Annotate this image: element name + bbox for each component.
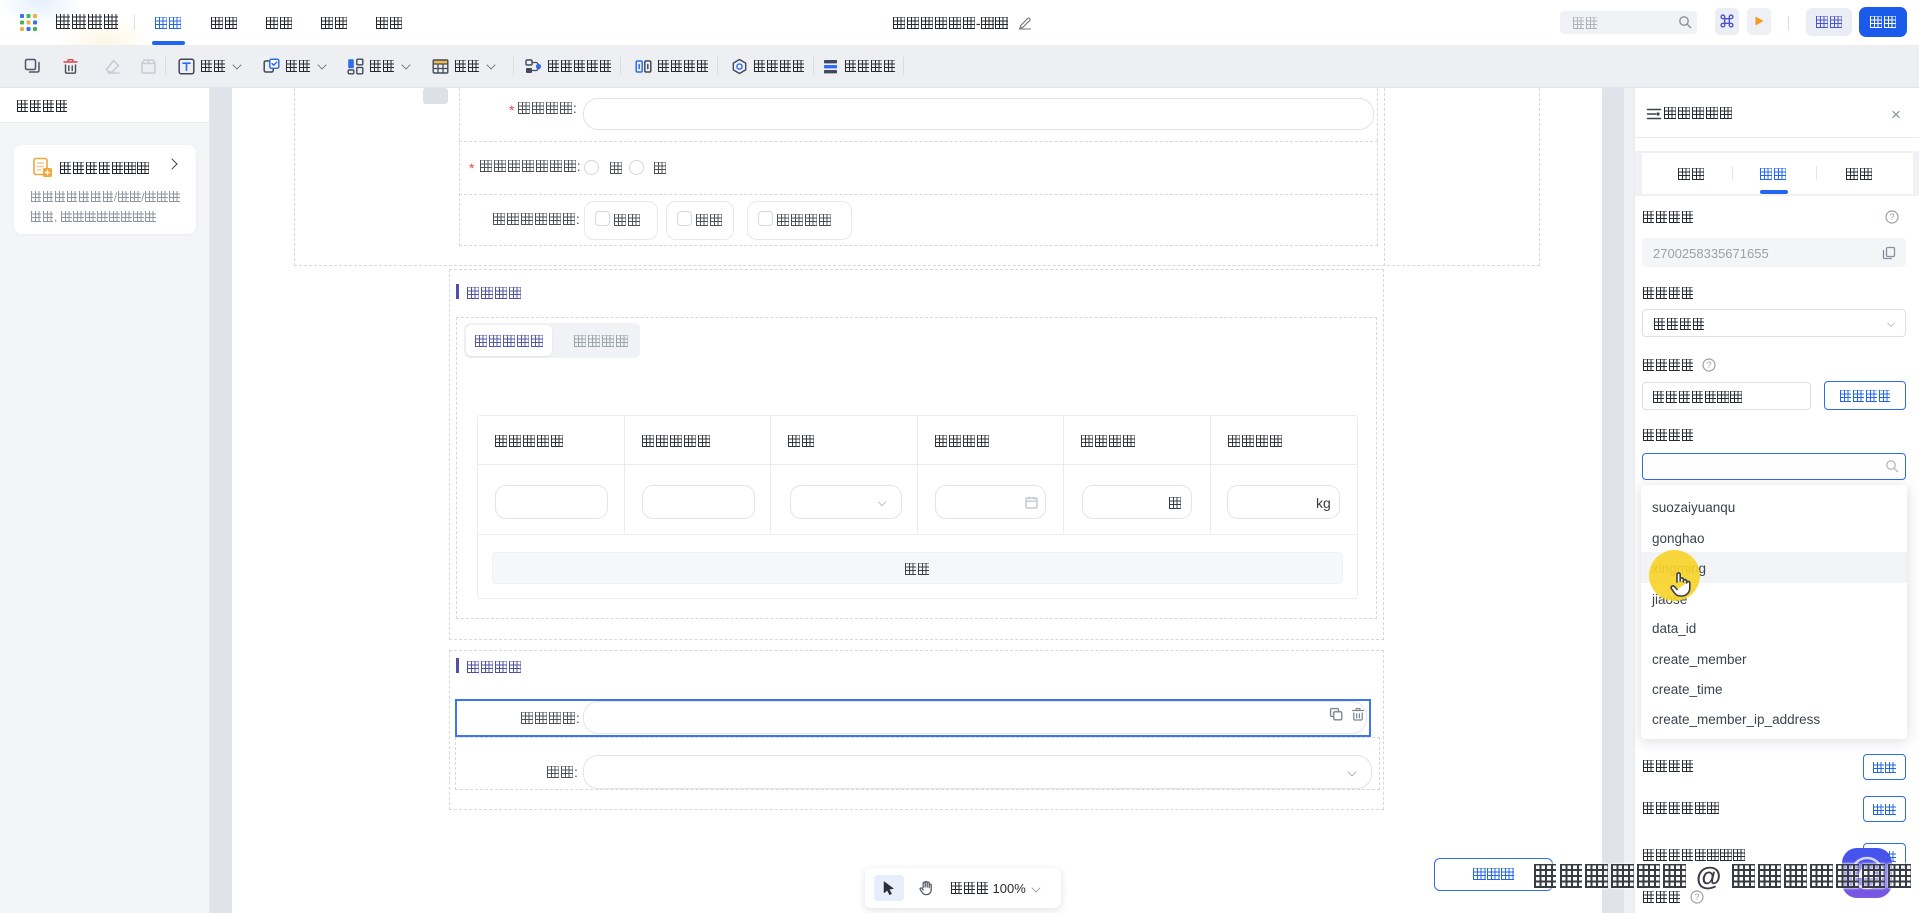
svg-text:?: ? [1694,892,1699,902]
svg-text:?: ? [1706,360,1711,370]
svg-text:?: ? [1889,212,1894,222]
